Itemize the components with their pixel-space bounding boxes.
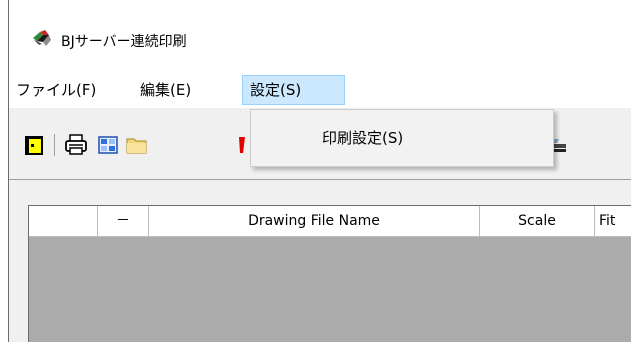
menu-file[interactable]: ファイル(F): [9, 75, 103, 105]
grid-header-cell-3[interactable]: Scale: [480, 206, 595, 236]
new-icon[interactable]: [22, 133, 46, 157]
toolbar-separator: [54, 134, 55, 156]
print-icon[interactable]: [64, 133, 88, 157]
menu-edit[interactable]: 編集(E): [133, 75, 198, 105]
title-bar: BJサーバー連続印刷: [9, 0, 631, 72]
grid-header-cell-4[interactable]: Fit: [595, 206, 631, 236]
grid-header-cell-2[interactable]: Drawing File Name: [149, 206, 480, 236]
settings-dropdown-menu: 印刷設定(S): [250, 109, 554, 167]
grid-header-cell-0[interactable]: [29, 206, 98, 236]
file-grid[interactable]: － Drawing File Name Scale Fit: [28, 205, 631, 342]
menu-item-print-settings[interactable]: 印刷設定(S): [251, 110, 553, 166]
grid-icon[interactable]: [96, 133, 120, 157]
menu-bar: ファイル(F) 編集(E) 設定(S): [9, 72, 631, 108]
folder-icon[interactable]: [125, 133, 149, 157]
window-title: BJサーバー連続印刷: [61, 34, 187, 50]
grid-header-cell-1[interactable]: －: [98, 206, 149, 236]
main-window: BJサーバー連続印刷 ファイル(F) 編集(E) 設定(S) － Drawing…: [8, 0, 631, 342]
red-icon[interactable]: [237, 133, 249, 157]
grid-header: － Drawing File Name Scale Fit: [29, 206, 631, 237]
app-icon: [33, 30, 51, 46]
menu-settings[interactable]: 設定(S): [242, 75, 345, 105]
